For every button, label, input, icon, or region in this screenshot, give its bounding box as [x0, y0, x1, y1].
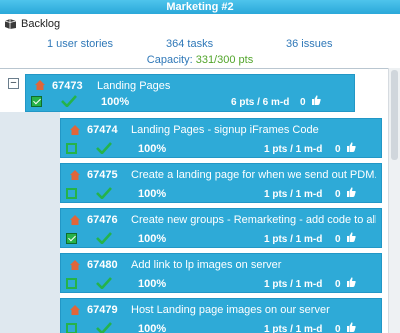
window-title: Marketing #2	[0, 0, 400, 14]
done-check-icon	[61, 95, 77, 107]
thumbs-up-icon[interactable]	[346, 277, 356, 287]
story-id[interactable]: 67476	[87, 214, 118, 226]
done-check-icon	[96, 187, 112, 199]
collapse-toggle-icon[interactable]: −	[8, 78, 19, 89]
story-title[interactable]: Landing Pages - signup iFrames Code	[131, 124, 376, 136]
house-icon	[70, 215, 80, 225]
scrollbar-thumb[interactable]	[391, 70, 398, 160]
thumbs-up-icon[interactable]	[346, 142, 356, 152]
story-points: 1 pts / 1 m-d	[264, 234, 323, 245]
house-icon	[35, 80, 45, 90]
story-title[interactable]: Add link to lp images on server	[131, 259, 376, 271]
story-points: 1 pts / 1 m-d	[264, 144, 323, 155]
backlog-box-icon	[4, 19, 17, 29]
parent-indent-shade	[0, 112, 60, 333]
story-title[interactable]: Create new groups - Remarketing - add co…	[131, 214, 376, 226]
capacity-label: Capacity:	[146, 54, 193, 66]
thumbs-up-icon[interactable]	[311, 95, 321, 105]
story-progress: 100%	[138, 233, 167, 245]
story-checkbox[interactable]	[66, 233, 77, 244]
capacity-info: Capacity: 331/300 pts	[0, 54, 400, 66]
story-checkbox[interactable]	[66, 188, 77, 199]
story-checkbox[interactable]	[66, 323, 77, 333]
story-card[interactable]: 67475 Create a landing page for when we …	[60, 163, 382, 203]
vertical-scrollbar[interactable]	[388, 68, 400, 333]
story-card-parent[interactable]: 67473 Landing Pages 100% 6 pts / 6 m-d 0	[25, 74, 355, 112]
story-progress: 100%	[138, 278, 167, 290]
story-title[interactable]: Landing Pages	[97, 80, 347, 92]
thumbs-up-icon[interactable]	[346, 187, 356, 197]
story-progress: 100%	[101, 96, 130, 108]
story-progress: 100%	[138, 143, 167, 155]
story-points: 6 pts / 6 m-d	[231, 97, 290, 108]
story-checkbox[interactable]	[66, 143, 77, 154]
story-id[interactable]: 67479	[87, 304, 118, 316]
story-id[interactable]: 67474	[87, 124, 118, 136]
like-count: 0	[335, 324, 341, 333]
story-progress: 100%	[138, 188, 167, 200]
house-icon	[70, 305, 80, 315]
story-title[interactable]: Host Landing page images on our server	[131, 304, 376, 316]
backlog-label: Backlog	[21, 18, 61, 30]
done-check-icon	[96, 232, 112, 244]
story-id[interactable]: 67473	[52, 80, 83, 92]
story-title[interactable]: Create a landing page for when we send o…	[131, 169, 376, 181]
story-progress: 100%	[138, 323, 167, 333]
thumbs-up-icon[interactable]	[346, 322, 356, 332]
done-check-icon	[96, 277, 112, 289]
story-points: 1 pts / 1 m-d	[264, 189, 323, 200]
story-card[interactable]: 67476 Create new groups - Remarketing - …	[60, 208, 382, 248]
like-count: 0	[335, 144, 341, 155]
like-count: 0	[335, 279, 341, 290]
like-count: 0	[335, 234, 341, 245]
list-divider	[0, 68, 388, 69]
house-icon	[70, 260, 80, 270]
backlog-stats: 1 user stories 364 tasks 36 issues	[0, 38, 400, 52]
story-points: 1 pts / 1 m-d	[264, 324, 323, 333]
story-checkbox[interactable]	[31, 96, 42, 107]
story-list: − 67473 Landing Pages 100% 6 pts / 6 m-d…	[0, 68, 400, 333]
story-id[interactable]: 67480	[87, 259, 118, 271]
house-icon	[70, 125, 80, 135]
story-id[interactable]: 67475	[87, 169, 118, 181]
like-count: 0	[300, 97, 306, 108]
story-card[interactable]: 67474 Landing Pages - signup iFrames Cod…	[60, 118, 382, 158]
done-check-icon	[96, 322, 112, 333]
story-checkbox[interactable]	[66, 278, 77, 289]
done-check-icon	[96, 142, 112, 154]
thumbs-up-icon[interactable]	[346, 232, 356, 242]
story-card[interactable]: 67480 Add link to lp images on server 10…	[60, 253, 382, 293]
house-icon	[70, 170, 80, 180]
capacity-value: 331/300 pts	[195, 54, 254, 66]
issues-link[interactable]: 36 issues	[286, 38, 332, 50]
user-stories-link[interactable]: 1 user stories	[47, 38, 113, 50]
backlog-header: Backlog	[4, 16, 60, 32]
like-count: 0	[335, 189, 341, 200]
tasks-link[interactable]: 364 tasks	[166, 38, 213, 50]
story-card[interactable]: 67479 Host Landing page images on our se…	[60, 298, 382, 333]
story-points: 1 pts / 1 m-d	[264, 279, 323, 290]
